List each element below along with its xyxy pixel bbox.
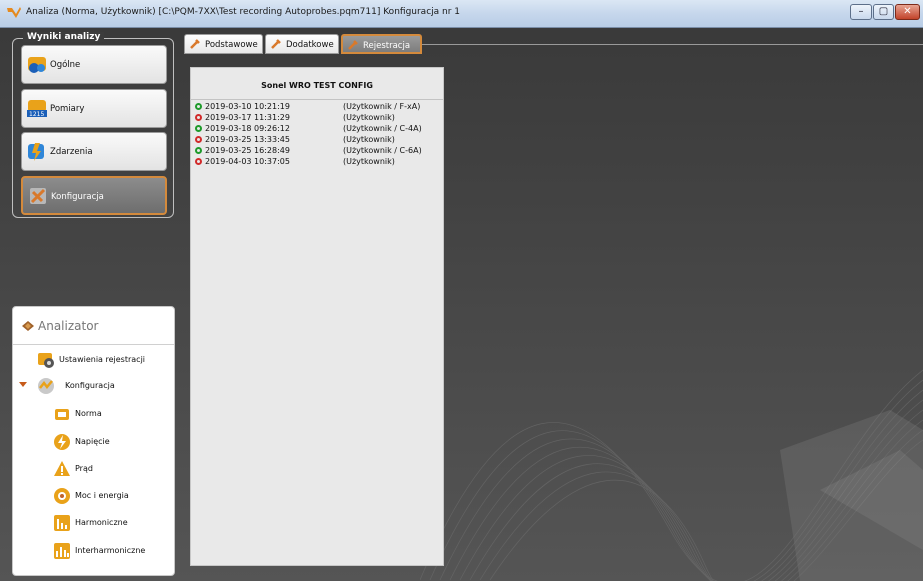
maximize-button[interactable]: ▢ xyxy=(873,4,894,20)
status-error-icon xyxy=(195,114,202,121)
recording-entry[interactable]: 2019-03-25 16:28:49 (Użytkownik / C-6A) xyxy=(193,146,441,157)
close-button[interactable]: ✕ xyxy=(895,4,920,20)
tree-label-current: Prąd xyxy=(75,464,93,473)
recording-panel: Sonel WRO TEST CONFIG 2019-03-10 10:21:1… xyxy=(190,67,444,566)
tree-item-current[interactable]: Prąd xyxy=(13,458,173,480)
panel-divider xyxy=(191,99,443,100)
entry-user: (Użytkownik) xyxy=(343,113,395,122)
entry-user: (Użytkownik / C-6A) xyxy=(343,146,422,155)
status-ok-icon xyxy=(195,103,202,110)
analysis-results-legend: Wyniki analizy xyxy=(23,32,105,42)
tab-additional[interactable]: Dodatkowe xyxy=(265,34,339,54)
tab-recording[interactable]: Rejestracja xyxy=(341,34,422,54)
background-wave-decoration xyxy=(420,369,923,581)
entry-date: 2019-03-25 16:28:49 xyxy=(205,146,290,155)
tree-label-configuration: Konfiguracja xyxy=(65,381,115,390)
wrench-icon xyxy=(271,39,281,49)
general-icon xyxy=(28,57,46,73)
nav-label-measurements: Pomiary xyxy=(50,104,85,114)
entry-date: 2019-03-10 10:21:19 xyxy=(205,102,290,111)
entry-user: (Użytkownik) xyxy=(343,157,395,166)
status-ok-icon xyxy=(195,125,202,132)
recording-entry[interactable]: 2019-03-10 10:21:19 (Użytkownik / F-xA) xyxy=(193,102,441,113)
tab-basic[interactable]: Podstawowe xyxy=(184,34,263,54)
entry-user: (Użytkownik) xyxy=(343,135,395,144)
analyzer-header: Analizator xyxy=(13,307,174,345)
entry-user: (Użytkownik / C-4A) xyxy=(343,124,422,133)
tree-label-norm: Norma xyxy=(75,409,102,418)
tree-label-power-energy: Moc i energia xyxy=(75,491,129,500)
minimize-icon: – xyxy=(858,6,864,17)
tab-divider xyxy=(422,44,923,45)
tree-label-harmonics: Harmoniczne xyxy=(75,518,128,527)
recording-entry[interactable]: 2019-03-25 13:33:45 (Użytkownik) xyxy=(193,135,441,146)
status-error-icon xyxy=(195,136,202,143)
entry-date: 2019-03-25 13:33:45 xyxy=(205,135,290,144)
tree-item-voltage[interactable]: Napięcie xyxy=(13,431,173,453)
app-logo-icon xyxy=(7,7,21,18)
tree-label-interharmonics: Interharmoniczne xyxy=(75,546,146,555)
status-ok-icon xyxy=(195,147,202,154)
analysis-results-group: Wyniki analizy Ogólne 1215 Pomiary Zdarz… xyxy=(12,32,174,218)
close-icon: ✕ xyxy=(903,6,912,17)
nav-button-general[interactable]: Ogólne xyxy=(21,45,167,84)
recording-settings-icon xyxy=(38,353,54,368)
tab-label-recording: Rejestracja xyxy=(363,41,411,51)
tree-item-norm[interactable]: Norma xyxy=(13,403,173,425)
nav-button-configuration[interactable]: Konfiguracja xyxy=(21,176,167,215)
nav-label-configuration: Konfiguracja xyxy=(51,192,104,202)
recording-entry[interactable]: 2019-04-03 10:37:05 (Użytkownik) xyxy=(193,157,441,168)
status-error-icon xyxy=(195,158,202,165)
nav-label-events: Zdarzenia xyxy=(50,147,93,157)
entry-date: 2019-03-18 09:26:12 xyxy=(205,124,290,133)
recording-entry[interactable]: 2019-03-17 11:31:29 (Użytkownik) xyxy=(193,113,441,124)
measurements-icon: 1215 xyxy=(27,100,47,118)
configuration-icon xyxy=(30,188,46,204)
current-icon xyxy=(54,461,70,476)
voltage-icon xyxy=(54,434,70,450)
tree-item-configuration[interactable]: Konfiguracja xyxy=(13,375,173,397)
nav-label-general: Ogólne xyxy=(50,60,81,70)
nav-button-events[interactable]: Zdarzenia xyxy=(21,132,167,171)
norm-icon xyxy=(55,409,69,420)
power-energy-icon xyxy=(54,488,70,504)
events-icon xyxy=(28,143,44,161)
tree-label-voltage: Napięcie xyxy=(75,437,110,446)
panel-title: Sonel WRO TEST CONFIG xyxy=(261,81,373,90)
maximize-icon: ▢ xyxy=(878,6,889,17)
title-bar: Analiza (Norma, Użytkownik) [C:\PQM-7XX\… xyxy=(0,0,923,28)
analyzer-panel: Analizator Ustawienia rejestracji Konfig… xyxy=(12,306,175,576)
wrench-icon xyxy=(190,39,200,49)
tree-item-interharmonics[interactable]: Interharmoniczne xyxy=(13,540,173,562)
analyzer-title: Analizator xyxy=(38,319,99,333)
tree-item-recording-settings[interactable]: Ustawienia rejestracji xyxy=(13,349,173,371)
harmonics-icon xyxy=(54,515,70,531)
tab-label-basic: Podstawowe xyxy=(205,40,258,50)
configuration-tree-icon xyxy=(38,378,54,394)
interharmonics-icon xyxy=(54,543,70,559)
svg-text:1215: 1215 xyxy=(29,111,44,118)
recording-entry[interactable]: 2019-03-18 09:26:12 (Użytkownik / C-4A) xyxy=(193,124,441,135)
tree-item-harmonics[interactable]: Harmoniczne xyxy=(13,512,173,534)
analyzer-icon xyxy=(22,321,34,331)
tree-label-recording-settings: Ustawienia rejestracji xyxy=(59,355,146,364)
window-title: Analiza (Norma, Użytkownik) [C:\PQM-7XX\… xyxy=(26,7,461,17)
entry-user: (Użytkownik / F-xA) xyxy=(343,102,421,111)
expand-arrow-icon[interactable] xyxy=(19,382,27,387)
tab-label-additional: Dodatkowe xyxy=(286,40,334,50)
wrench-icon xyxy=(348,40,358,50)
tree-item-power-energy[interactable]: Moc i energia xyxy=(13,485,173,507)
minimize-button[interactable]: – xyxy=(850,4,872,20)
nav-button-measurements[interactable]: 1215 Pomiary xyxy=(21,89,167,128)
entry-date: 2019-04-03 10:37:05 xyxy=(205,157,290,166)
entry-date: 2019-03-17 11:31:29 xyxy=(205,113,290,122)
